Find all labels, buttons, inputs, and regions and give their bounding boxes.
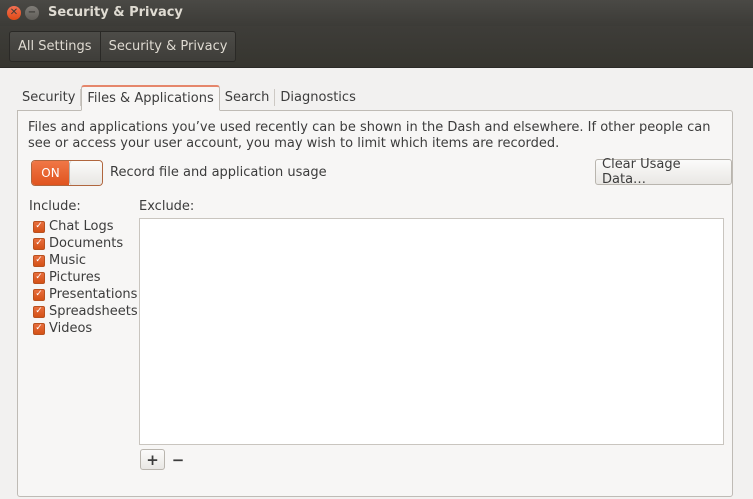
include-item-chat-logs[interactable]: ✓ Chat Logs [33, 218, 138, 235]
title-bar: ✕ − Security & Privacy [0, 0, 753, 26]
checkmark-icon[interactable]: ✓ [33, 220, 45, 233]
toggle-knob[interactable] [69, 161, 102, 185]
include-item-label: Chat Logs [49, 219, 114, 234]
include-item-label: Presentations [49, 287, 138, 302]
minimize-icon[interactable]: − [25, 6, 39, 20]
exclude-heading: Exclude: [139, 199, 195, 214]
breadcrumb-security-privacy[interactable]: Security & Privacy [99, 32, 236, 61]
window-title: Security & Privacy [48, 5, 183, 20]
description-text: Files and applications you’ve used recen… [28, 120, 711, 151]
checkmark-icon[interactable]: ✓ [33, 322, 45, 335]
include-item-label: Videos [49, 321, 93, 336]
checkmark-icon[interactable]: ✓ [33, 305, 45, 318]
include-heading: Include: [29, 199, 81, 214]
tab-files-applications[interactable]: Files & Applications [81, 85, 220, 111]
exclude-list[interactable] [139, 218, 724, 445]
include-list: ✓ Chat Logs ✓ Documents ✓ Music ✓ Pictur… [33, 218, 138, 337]
checkmark-icon[interactable]: ✓ [33, 254, 45, 267]
include-item-videos[interactable]: ✓ Videos [33, 320, 138, 337]
checkmark-icon[interactable]: ✓ [33, 271, 45, 284]
close-icon[interactable]: ✕ [7, 6, 21, 20]
include-item-spreadsheets[interactable]: ✓ Spreadsheets [33, 303, 138, 320]
breadcrumb-all-settings[interactable]: All Settings [10, 32, 100, 61]
main-content: Security Files & Applications Search Dia… [0, 68, 753, 499]
files-applications-panel: Files and applications you’ve used recen… [17, 110, 733, 497]
tab-diagnostics[interactable]: Diagnostics [275, 85, 360, 110]
include-item-documents[interactable]: ✓ Documents [33, 235, 138, 252]
include-item-music[interactable]: ✓ Music [33, 252, 138, 269]
record-usage-label: Record file and application usage [110, 165, 327, 180]
tab-bar: Security Files & Applications Search Dia… [17, 85, 361, 111]
clear-usage-data-button[interactable]: Clear Usage Data… [595, 157, 732, 187]
add-exclusion-button[interactable]: + [140, 449, 165, 470]
toggle-state-label: ON [32, 161, 69, 185]
include-item-label: Spreadsheets [49, 304, 138, 319]
record-usage-toggle[interactable]: ON [31, 160, 103, 186]
checkmark-icon[interactable]: ✓ [33, 288, 45, 301]
include-item-pictures[interactable]: ✓ Pictures [33, 269, 138, 286]
checkmark-icon[interactable]: ✓ [33, 237, 45, 250]
remove-exclusion-button[interactable]: − [170, 449, 186, 470]
include-item-label: Documents [49, 236, 124, 251]
tab-security[interactable]: Security [17, 85, 80, 110]
include-item-label: Music [49, 253, 86, 268]
include-item-label: Pictures [49, 270, 101, 285]
breadcrumb: All Settings Security & Privacy [9, 31, 237, 62]
toolbar: All Settings Security & Privacy [0, 26, 753, 68]
tab-search[interactable]: Search [220, 85, 275, 110]
include-item-presentations[interactable]: ✓ Presentations [33, 286, 138, 303]
